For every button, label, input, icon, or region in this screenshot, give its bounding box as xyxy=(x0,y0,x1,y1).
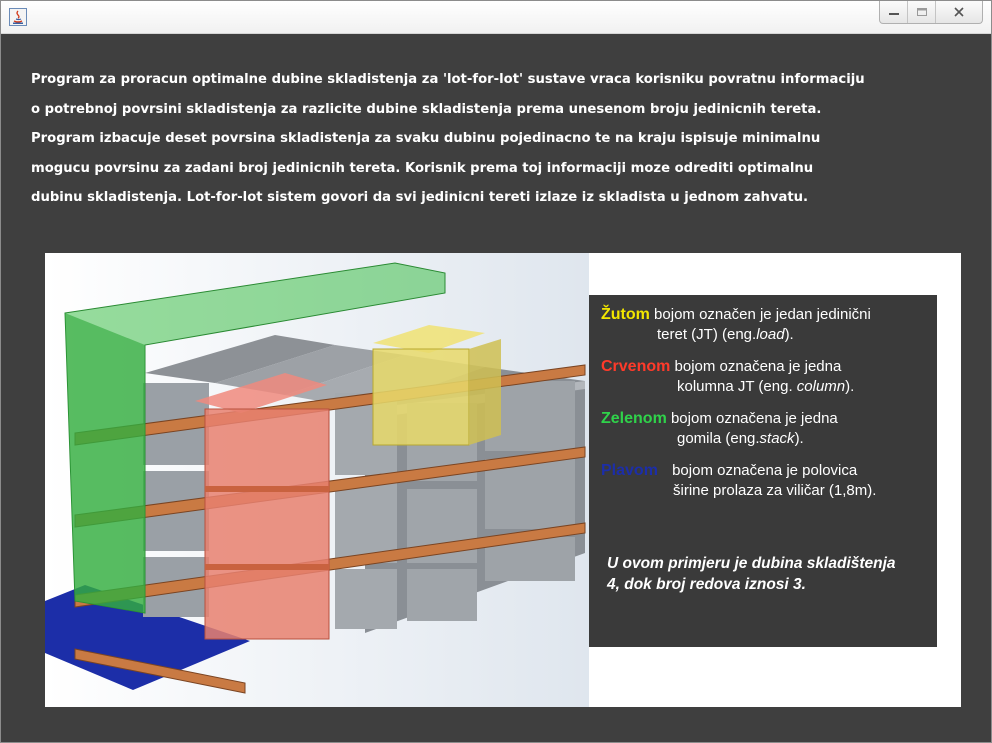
legend-item-red: Crvenom bojom označena je jedna kolumna … xyxy=(601,357,854,397)
legend-item-green: Zelenom bojom označena je jedna gomila (… xyxy=(601,409,838,449)
legend-box: Žutom bojom označen je jedan jedinični t… xyxy=(589,295,937,647)
window-controls xyxy=(879,1,983,24)
title-bar[interactable] xyxy=(1,1,991,34)
description-line: mogucu povrsinu za zadani broj jedinicni… xyxy=(31,160,814,176)
maximize-icon xyxy=(916,8,927,16)
legend-key-yellow: Žutom xyxy=(601,306,650,323)
legend-text-green-line1: bojom označena je jedna xyxy=(670,410,838,427)
warehouse-rack-illustration xyxy=(45,253,589,707)
legend-item-yellow: Žutom bojom označen je jedan jedinični t… xyxy=(601,305,871,345)
description-line: dubinu skladistenja. Lot-for-lot sistem … xyxy=(31,190,809,205)
legend-text-blue-line1: bojom označena je polovica xyxy=(672,462,858,479)
description-line: o potrebnoj povrsini skladistenja za raz… xyxy=(31,101,822,117)
close-button[interactable] xyxy=(936,1,982,23)
maximize-button[interactable] xyxy=(908,1,936,23)
description-line: Program za proracun optimalne dubine skl… xyxy=(31,72,865,87)
legend-text-green-line2: gomila (eng.stack). xyxy=(677,430,804,447)
legend-text-red-line2: kolumna JT (eng. column). xyxy=(677,378,855,395)
legend-key-green: Zelenom xyxy=(601,410,667,427)
content-area: Program za proracun optimalne dubine skl… xyxy=(9,35,983,733)
legend-key-blue: Plavom xyxy=(601,462,658,479)
app-window: Program za proracun optimalne dubine skl… xyxy=(0,0,992,743)
minimize-icon xyxy=(888,13,899,15)
legend-key-red: Crvenom xyxy=(601,358,671,375)
description-text: Program za proracun optimalne dubine skl… xyxy=(31,65,971,213)
legend-text-red-line1: bojom označena je jedna xyxy=(674,358,842,375)
legend-text-yellow-line1: bojom označen je jedan jedinični xyxy=(654,306,871,323)
legend-text-yellow-line2: teret (JT) (eng.load). xyxy=(657,326,794,343)
legend-text-blue-line2: širine prolaza za viličar (1,8m). xyxy=(673,482,877,499)
legend-item-blue: Plavom bojom označena je polovica širine… xyxy=(601,461,876,501)
description-line: Program izbacuje deset povrsina skladist… xyxy=(31,131,821,146)
java-app-icon xyxy=(9,8,27,26)
close-icon xyxy=(954,7,964,17)
legend-example-note: U ovom primjeru je dubina skladištenja 4… xyxy=(607,555,896,593)
illustration-panel: Žutom bojom označen je jedan jedinični t… xyxy=(45,253,961,707)
minimize-button[interactable] xyxy=(880,1,908,23)
